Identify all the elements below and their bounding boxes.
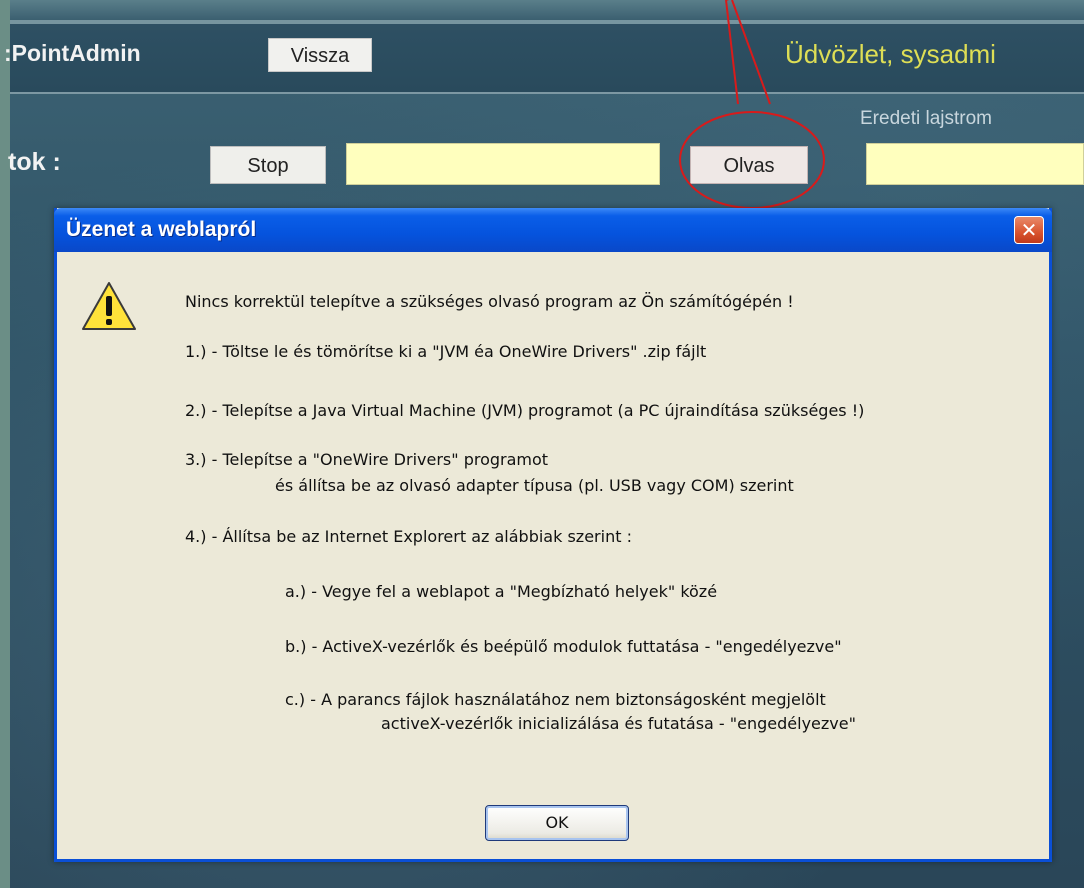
message-line-intro: Nincs korrektül telepítve a szükséges ol… [185,292,794,311]
app-title: :PointAdmin [4,40,141,66]
message-line-step-1: 1.) - Töltse le és tömörítse ki a "JVM é… [185,342,707,361]
left-edge-strip [0,0,10,888]
back-button[interactable]: Vissza [268,38,372,72]
message-dialog: Üzenet a weblapról ✕ Nincs korrektül tel… [54,208,1052,862]
message-line-step-4b: b.) - ActiveX-vezérlők és beépülő modulo… [285,637,842,656]
message-line-step-4c-cont: activeX-vezérlők inicializálása és futat… [381,714,856,733]
warning-icon [82,282,136,330]
top-band [10,0,1084,20]
greeting-text: Üdvözlet, sysadmi [785,39,996,69]
original-register-input[interactable] [866,143,1084,185]
dialog-title: Üzenet a weblapról [66,218,257,241]
dialog-titlebar[interactable]: Üzenet a weblapról ✕ [54,208,1052,252]
original-register-label: Eredeti lajstrom [860,108,992,129]
row-label: tok : [8,148,61,176]
ok-button[interactable]: OK [485,805,629,841]
stop-button[interactable]: Stop [210,146,326,184]
message-line-step-3-cont: és állítsa be az olvasó adapter típusa (… [275,476,794,495]
message-line-step-4c: c.) - A parancs fájlok használatához nem… [285,690,826,709]
message-line-step-4a: a.) - Vegye fel a weblapot a "Megbízható… [285,582,718,601]
reader-id-input[interactable] [346,143,660,185]
read-button[interactable]: Olvas [690,146,808,184]
close-icon[interactable]: ✕ [1014,216,1044,244]
message-line-step-4: 4.) - Állítsa be az Internet Explorert a… [185,527,632,546]
message-line-step-3: 3.) - Telepítse a "OneWire Drivers" prog… [185,450,549,469]
message-line-step-2: 2.) - Telepítse a Java Virtual Machine (… [185,401,865,420]
